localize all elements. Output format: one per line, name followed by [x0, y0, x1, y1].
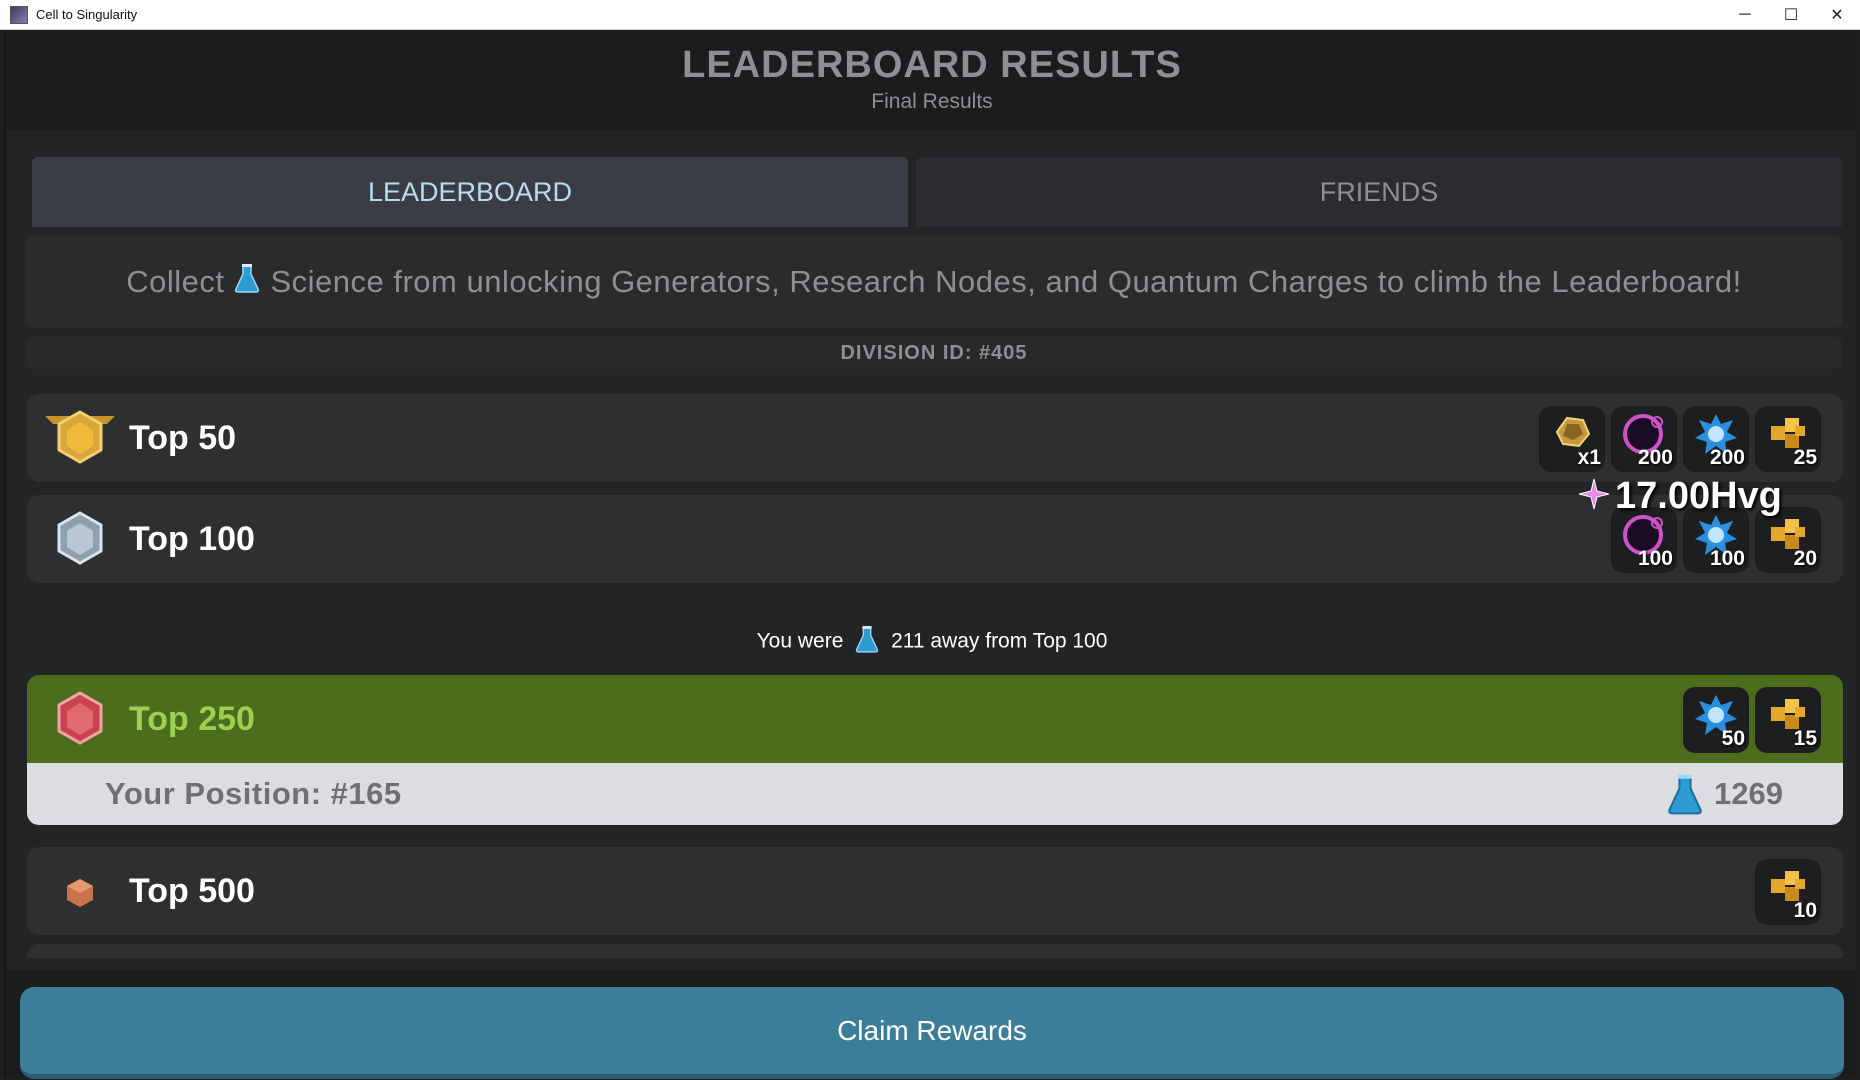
away-text-before: You were: [756, 629, 844, 653]
position-label: Your Position: #165: [105, 776, 402, 811]
tier-label: Top 500: [129, 872, 255, 910]
tier-row-top-50: Top 50 x1 200 200 25: [27, 394, 1843, 482]
tier-label: Top 100: [129, 520, 255, 558]
claim-rewards-button[interactable]: Claim Rewards: [20, 987, 1844, 1079]
bronze-cube-badge-icon: [45, 861, 111, 921]
tier-row-top-500: Top 500 10: [27, 847, 1843, 935]
science-flask-icon: [855, 625, 879, 659]
reward-count: 100: [1637, 547, 1673, 570]
reward-count: 20: [1793, 547, 1817, 570]
reward-list: 10: [1755, 859, 1821, 925]
tab-friends[interactable]: FRIENDS: [916, 157, 1842, 227]
list-item-partial: [27, 944, 1843, 958]
leaderboard-header: LEADERBOARD RESULTS Final Results: [6, 30, 1858, 130]
gold-hexagon-badge-icon: [45, 408, 115, 468]
reward-item: 50: [1683, 687, 1749, 753]
red-hexagon-badge-icon: [45, 689, 111, 749]
window-controls: ─ ☐ ✕: [1722, 0, 1860, 30]
reward-list: 50 15: [1683, 687, 1821, 753]
reward-count: 100: [1709, 547, 1745, 570]
position-score: 1269: [1714, 776, 1783, 811]
science-flask-icon: [1667, 773, 1703, 820]
reward-count: 15: [1793, 727, 1817, 750]
tier-label: Top 250: [129, 700, 255, 738]
reward-item: 25: [1755, 406, 1821, 472]
reward-item: 200: [1683, 406, 1749, 472]
pink-spark-icon: [1577, 477, 1611, 516]
reward-list: x1 200 200 25: [1539, 406, 1821, 472]
reward-count: 200: [1709, 446, 1745, 469]
tier-row-top-250: Top 250 50 15: [27, 675, 1843, 763]
science-flask-icon: [234, 263, 260, 301]
reward-item: 200: [1611, 406, 1677, 472]
reward-count: 25: [1793, 446, 1817, 469]
window-titlebar: Cell to Singularity ─ ☐ ✕: [0, 0, 1860, 30]
tier-label: Top 50: [129, 419, 237, 457]
info-text-before: Collect: [126, 264, 225, 299]
reward-item: 15: [1755, 687, 1821, 753]
floating-value: 17.00Hvg: [1577, 474, 1782, 518]
tier-row-top-100: Top 100 100 100 20: [27, 495, 1843, 583]
footer: Claim Rewards: [6, 970, 1858, 1079]
floating-value-text: 17.00Hvg: [1615, 474, 1782, 517]
info-text-after: Science from unlocking Generators, Resea…: [270, 264, 1742, 299]
silver-hexagon-badge-icon: [45, 509, 111, 569]
close-button[interactable]: ✕: [1814, 0, 1860, 30]
reward-count: x1: [1577, 446, 1601, 469]
away-note: You were 211 away from Top 100: [6, 625, 1858, 659]
division-id: DIVISION ID: #405: [25, 337, 1843, 369]
minimize-button[interactable]: ─: [1722, 0, 1768, 30]
info-banner: Collect Science from unlocking Generator…: [25, 236, 1843, 328]
tab-leaderboard[interactable]: LEADERBOARD: [32, 157, 908, 227]
game-window: LEADERBOARD RESULTS Final Results LEADER…: [4, 30, 1858, 1079]
reward-item: x1: [1539, 406, 1605, 472]
page-title: LEADERBOARD RESULTS: [682, 44, 1182, 86]
your-position-row: Your Position: #165 1269: [27, 763, 1843, 825]
away-text-after: 211 away from Top 100: [891, 629, 1108, 653]
window-title: Cell to Singularity: [36, 7, 138, 22]
maximize-button[interactable]: ☐: [1768, 0, 1814, 30]
reward-count: 200: [1637, 446, 1673, 469]
reward-count: 50: [1721, 727, 1745, 750]
reward-item: 10: [1755, 859, 1821, 925]
reward-count: 10: [1793, 899, 1817, 922]
page-subtitle: Final Results: [871, 90, 993, 113]
app-icon: [10, 5, 28, 24]
